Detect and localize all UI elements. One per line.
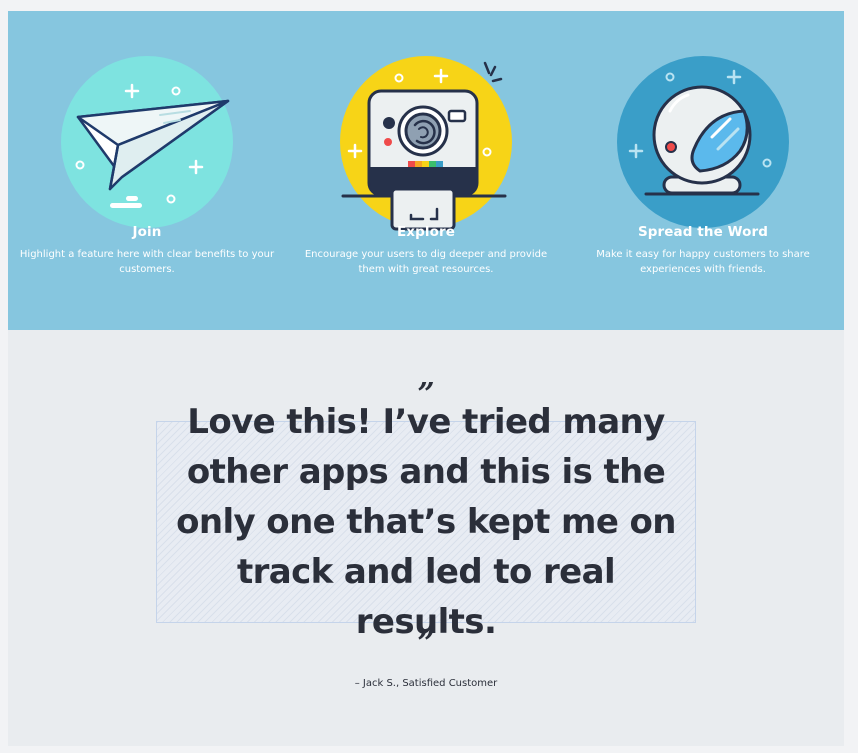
testimonial-quote-box: Love this! I’ve tried many other apps an… xyxy=(156,402,696,642)
feature-join: Join Highlight a feature here with clear… xyxy=(8,11,286,330)
feature-title: Join xyxy=(132,224,162,240)
astronaut-helmet-icon xyxy=(617,56,789,228)
page-frame: Join Highlight a feature here with clear… xyxy=(8,11,844,746)
testimonial-attribution: – Jack S., Satisfied Customer xyxy=(354,678,498,689)
features-section: Join Highlight a feature here with clear… xyxy=(8,11,844,330)
feature-description: Make it easy for happy customers to shar… xyxy=(596,249,810,275)
instant-camera-icon xyxy=(340,56,512,231)
feature-spread-the-word: Spread the Word Make it easy for happy c… xyxy=(564,11,842,330)
testimonial-quote: Love this! I’ve tried many other apps an… xyxy=(176,402,676,642)
feature-explore: Explore Encourage your users to dig deep… xyxy=(287,11,565,330)
feature-title: Spread the Word xyxy=(637,224,769,240)
paper-plane-icon xyxy=(61,56,233,228)
feature-description: Highlight a feature here with clear bene… xyxy=(19,249,275,275)
feature-description: Encourage your users to dig deeper and p… xyxy=(304,249,548,275)
close-quote-mark: ” xyxy=(417,626,435,661)
feature-title: Explore xyxy=(396,224,455,240)
